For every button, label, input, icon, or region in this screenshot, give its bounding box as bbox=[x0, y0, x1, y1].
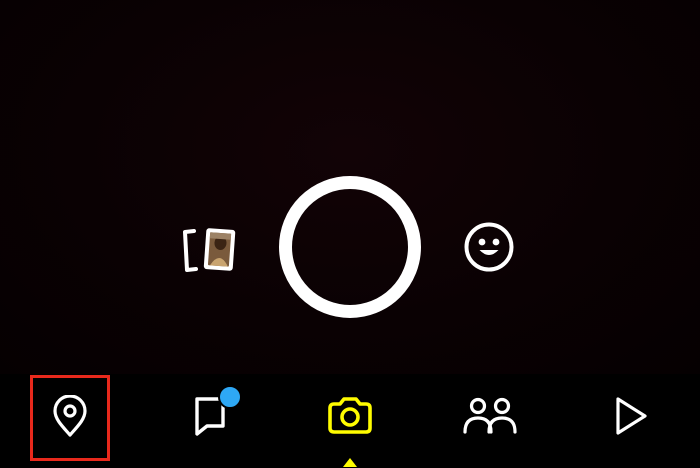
lens-button[interactable] bbox=[464, 222, 514, 272]
camera-icon bbox=[328, 397, 372, 434]
active-tab-indicator bbox=[343, 458, 357, 467]
tab-map[interactable] bbox=[30, 374, 110, 468]
capture-button[interactable] bbox=[279, 176, 421, 318]
tab-chat[interactable] bbox=[170, 374, 250, 468]
bottom-navigation bbox=[0, 374, 700, 468]
play-icon bbox=[616, 397, 647, 435]
smiley-face-icon bbox=[464, 222, 514, 272]
friends-icon bbox=[463, 397, 517, 434]
notification-badge bbox=[218, 385, 242, 409]
tab-camera[interactable] bbox=[310, 374, 390, 468]
memories-cards-icon bbox=[183, 228, 236, 272]
map-pin-icon bbox=[53, 395, 87, 437]
tab-spotlight[interactable] bbox=[590, 374, 670, 468]
tab-stories[interactable] bbox=[450, 374, 530, 468]
memories-button[interactable] bbox=[180, 226, 238, 274]
